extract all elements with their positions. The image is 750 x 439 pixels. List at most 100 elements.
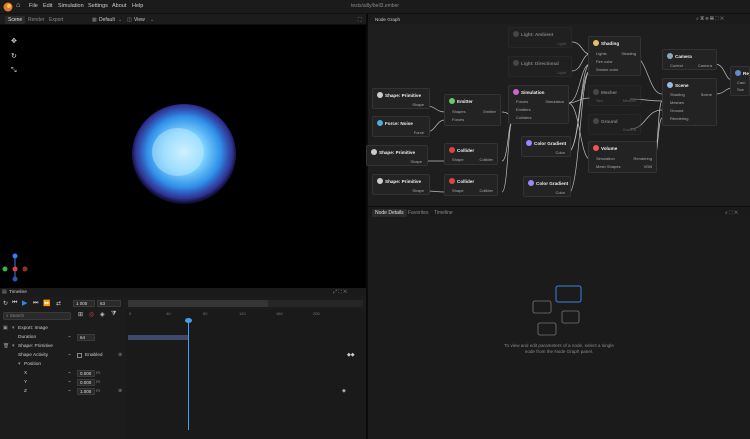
play-icon[interactable]: ▶: [22, 299, 27, 307]
timeline-ruler[interactable]: 0 40 80 120 160 200: [126, 310, 366, 320]
port-forces[interactable]: Forces: [452, 117, 464, 122]
port-force-out[interactable]: Force: [414, 130, 424, 135]
node-camera[interactable]: Camera Control Camera: [662, 49, 717, 70]
port-light-out[interactable]: Light: [557, 41, 566, 46]
chevron-down-icon[interactable]: ⌄: [147, 16, 157, 24]
link-icon[interactable]: ⌁: [68, 371, 71, 376]
track-y[interactable]: Y ⌁ 0.000 m: [0, 378, 366, 387]
node-collider-1[interactable]: Collider Shape Collider: [444, 143, 498, 165]
port-colliders[interactable]: Colliders: [516, 115, 532, 120]
frame-current-field[interactable]: 63: [97, 300, 121, 307]
node-shading[interactable]: Shading Lights Shading Fire color Smoke …: [588, 36, 641, 76]
port-emitter-out[interactable]: Emitter: [483, 109, 496, 114]
rotate-tool-icon[interactable]: ↻: [11, 52, 17, 60]
keyframe-toggle-icon[interactable]: ⌁: [68, 353, 71, 358]
playhead-handle[interactable]: [185, 318, 192, 323]
node-collider-2[interactable]: Collider Shape Collider: [444, 174, 498, 196]
track-duration[interactable]: Duration ⌁ 64: [0, 333, 366, 342]
node-light-directional[interactable]: Light: Directional Light: [508, 56, 572, 77]
port-rendering[interactable]: Rendering: [670, 116, 688, 121]
port-fire-color[interactable]: Fire color: [596, 59, 613, 64]
viewport[interactable]: ✥ ↻ ⤡: [0, 25, 366, 288]
port-shape[interactable]: Shape: [452, 157, 464, 162]
tab-scene[interactable]: Scene: [5, 16, 26, 24]
node-shape-primitive-2[interactable]: Shape: Primitive Shape: [366, 145, 428, 166]
port-vdb-out[interactable]: VDB: [644, 164, 652, 169]
keyframe-marker[interactable]: ◆: [342, 389, 346, 394]
node-scene[interactable]: Scene Shading Scene Meshes Ground Render…: [662, 78, 717, 126]
link-icon[interactable]: ⌁: [68, 389, 71, 394]
port-ground[interactable]: Ground: [670, 108, 683, 113]
port-shape-out[interactable]: Shape: [410, 159, 422, 164]
collapse-icon[interactable]: ▾: [12, 326, 14, 331]
add-keyframe-icon[interactable]: ⊕: [118, 389, 122, 394]
port-rendering-out[interactable]: Rendering: [634, 156, 652, 161]
x-value-field[interactable]: 0.000: [77, 370, 95, 377]
port-forces[interactable]: Forces: [516, 99, 528, 104]
record-icon[interactable]: ◎: [89, 311, 94, 318]
timeline-range-bar[interactable]: [128, 300, 363, 307]
port-collider-out[interactable]: Collider: [479, 188, 493, 193]
duration-field[interactable]: 64: [77, 334, 95, 341]
port-simulation-out[interactable]: Simulation: [545, 99, 564, 104]
panel-controls-icon[interactable]: ⤢ ⛶ ✕: [333, 289, 347, 295]
keyframe-marker[interactable]: ◆◆: [347, 353, 354, 358]
node-force-noise[interactable]: Force: Noise Force: [372, 116, 430, 137]
enabled-checkbox[interactable]: [77, 353, 82, 358]
filter-icon[interactable]: ⧩: [111, 311, 116, 318]
port-collider-out[interactable]: Collider: [479, 157, 493, 162]
node-emitter[interactable]: Emitter Shapes Emitter Forces: [444, 94, 501, 126]
node-mesher[interactable]: Mesher Sim Mesher: [588, 85, 641, 106]
track-shape-primitive[interactable]: 🗑 ▾ Shape: Primitive: [0, 342, 366, 351]
port-sim[interactable]: Sim: [596, 98, 603, 103]
port-color-out[interactable]: Color: [555, 190, 565, 195]
link-icon[interactable]: ⌁: [68, 380, 71, 385]
tab-favorites[interactable]: Favorites: [405, 209, 432, 217]
port-shape-out[interactable]: Shape: [412, 102, 424, 107]
snap-icon[interactable]: ◈: [100, 311, 105, 318]
port-smoke-color[interactable]: Smoke color: [596, 67, 618, 72]
port-color-out[interactable]: Color: [555, 150, 565, 155]
track-position[interactable]: ▾ Position: [0, 360, 366, 369]
z-value-field[interactable]: 1.000: [77, 388, 95, 395]
tab-export[interactable]: Export: [46, 16, 66, 24]
tab-render[interactable]: Render: [25, 16, 47, 24]
port-camera[interactable]: Cam: [737, 80, 745, 85]
node-render-partial[interactable]: Re Cam Sce: [730, 66, 750, 96]
track-export-image[interactable]: ▣ ▾ Export: Image: [0, 324, 366, 333]
node-light-ambient[interactable]: Light: Ambient Light: [508, 27, 572, 48]
port-scene[interactable]: Sce: [737, 87, 744, 92]
port-emitters[interactable]: Emitters: [516, 107, 531, 112]
node-shape-primitive-1[interactable]: Shape: Primitive Shape: [372, 88, 430, 109]
port-camera-out[interactable]: Camera: [698, 63, 712, 68]
port-ground-out[interactable]: Ground: [623, 127, 636, 132]
panel-controls-icon[interactable]: ⌕ ⛶ ✕: [722, 209, 741, 217]
port-scene-out[interactable]: Scene: [701, 92, 712, 97]
port-mesh-shapes[interactable]: Mesh Shapes: [596, 164, 620, 169]
link-icon[interactable]: ⌁: [68, 335, 71, 340]
node-simulation[interactable]: Simulation Forces Simulation Emitters Co…: [508, 85, 569, 124]
move-tool-icon[interactable]: ✥: [11, 37, 17, 45]
view-select[interactable]: View: [131, 16, 148, 24]
node-shape-primitive-3[interactable]: Shape: Primitive Shape: [372, 174, 430, 195]
timeline-search-input[interactable]: ⌕ Search: [3, 312, 71, 320]
trash-icon[interactable]: 🗑: [3, 344, 9, 349]
node-volume[interactable]: Volume Simulation Rendering Mesh Shapes …: [588, 141, 657, 173]
port-simulation[interactable]: Simulation: [596, 156, 615, 161]
add-keyframe-icon[interactable]: ⊕: [118, 353, 122, 358]
track-shape-activity[interactable]: Shape Activity ⌁ Enabled ⊕ ◆◆: [0, 351, 366, 360]
frame-start-field[interactable]: 1 000: [73, 300, 95, 307]
node-color-gradient-1[interactable]: Color Gradient Color: [521, 136, 571, 157]
loop-icon[interactable]: ↻: [3, 300, 8, 307]
port-light-out[interactable]: Light: [557, 70, 566, 75]
fast-forward-icon[interactable]: ⏩: [43, 300, 50, 307]
tab-timeline[interactable]: Timeline: [431, 209, 456, 217]
port-control[interactable]: Control: [670, 63, 683, 68]
y-value-field[interactable]: 0.000: [77, 379, 95, 386]
port-lights[interactable]: Lights: [596, 51, 607, 56]
port-shapes[interactable]: Shapes: [452, 109, 466, 114]
playhead-line[interactable]: [188, 320, 189, 430]
port-mesher-out[interactable]: Mesher: [623, 98, 636, 103]
port-shape[interactable]: Shape: [452, 188, 464, 193]
track-z[interactable]: Z ⌁ 1.000 m ⊕ ◆: [0, 387, 366, 396]
